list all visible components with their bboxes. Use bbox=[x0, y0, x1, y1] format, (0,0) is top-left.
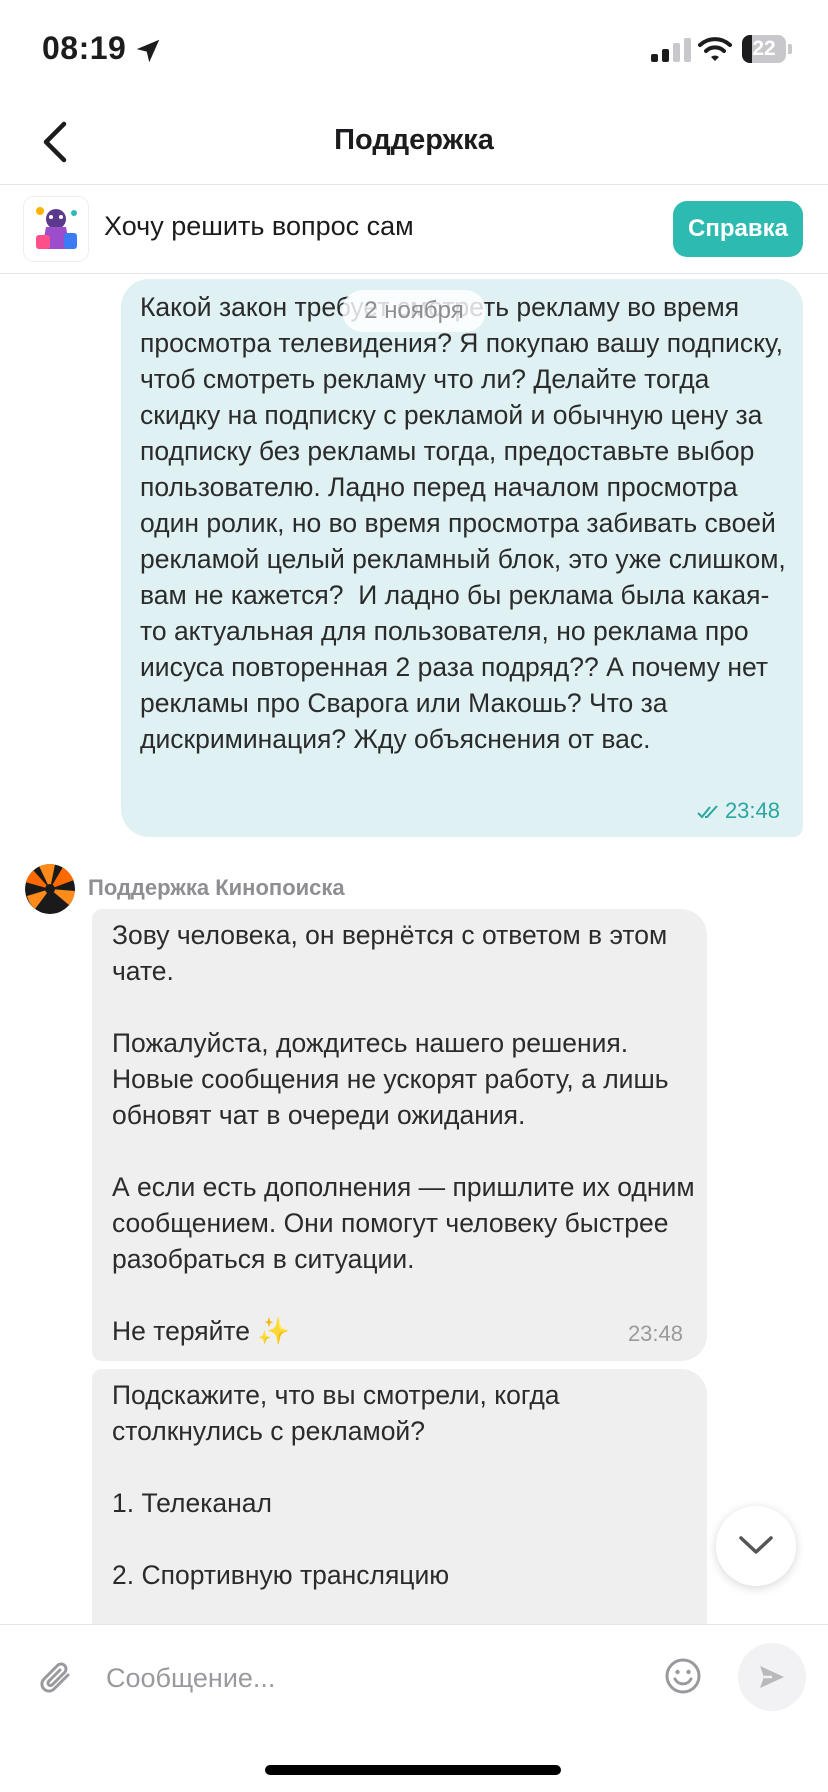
page-title: Поддержка bbox=[334, 124, 494, 156]
send-icon bbox=[760, 1666, 784, 1688]
help-button[interactable]: Справка bbox=[673, 201, 803, 257]
outgoing-message-time: 23:48 bbox=[724, 798, 780, 823]
wifi-icon bbox=[698, 37, 732, 61]
incoming-message: Зову человека, он вернётся с ответом в э… bbox=[92, 909, 707, 1361]
battery-icon: 22 bbox=[742, 35, 792, 63]
message-input[interactable] bbox=[104, 1651, 648, 1705]
incoming-message-time: 23:48 bbox=[627, 1321, 683, 1346]
battery-level: 22 bbox=[752, 37, 776, 60]
signal-icon bbox=[651, 38, 691, 62]
self-help-illustration-icon bbox=[24, 197, 88, 261]
location-arrow-icon bbox=[136, 39, 160, 63]
status-time: 08:19 bbox=[42, 30, 127, 66]
outgoing-message-meta: 23:48 bbox=[697, 798, 780, 824]
agent-name: Поддержка Кинопоиска bbox=[88, 875, 345, 900]
status-bar: 08:19 22 bbox=[0, 0, 828, 100]
agent-avatar bbox=[25, 864, 75, 914]
incoming-message: Подскажите, что вы смотрели, когда столк… bbox=[92, 1369, 707, 1624]
home-indicator bbox=[265, 1765, 561, 1775]
emoji-icon[interactable] bbox=[664, 1657, 702, 1695]
paperclip-icon[interactable] bbox=[38, 1659, 76, 1699]
incoming-message-text: Подскажите, что вы смотрели, когда столк… bbox=[112, 1380, 560, 1590]
outgoing-message-text: Какой закон требует смотреть рекламу во … bbox=[140, 292, 786, 754]
outgoing-message: Какой закон требует смотреть рекламу во … bbox=[121, 279, 803, 837]
chat-area[interactable]: Какой закон требует смотреть рекламу во … bbox=[0, 274, 828, 1624]
date-chip: 2 ноября bbox=[342, 290, 486, 332]
self-help-bar[interactable]: Хочу решить вопрос сам Справка bbox=[0, 185, 828, 274]
scroll-down-button[interactable] bbox=[716, 1506, 796, 1586]
chevron-down-icon bbox=[739, 1536, 773, 1554]
double-check-icon bbox=[697, 805, 718, 819]
incoming-message-text: Зову человека, он вернётся с ответом в э… bbox=[112, 920, 695, 1346]
header: Поддержка bbox=[0, 100, 828, 185]
self-help-label: Хочу решить вопрос сам bbox=[104, 211, 414, 241]
send-button[interactable] bbox=[738, 1643, 806, 1711]
message-composer bbox=[0, 1624, 828, 1729]
